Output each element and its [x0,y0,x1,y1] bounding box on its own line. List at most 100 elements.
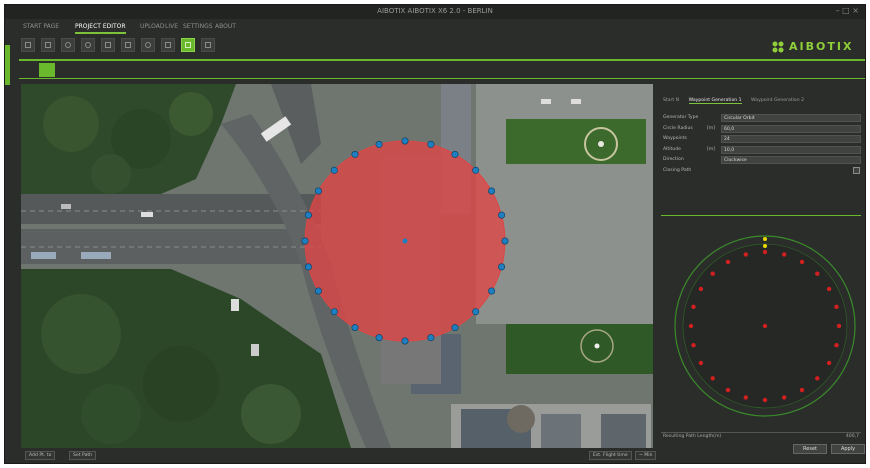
waypoint-marker[interactable] [498,263,506,271]
orbit-area[interactable] [301,137,509,345]
waypoint-marker[interactable] [451,150,459,158]
preview-waypoint [799,259,805,265]
timeline-handle[interactable] [39,63,55,77]
target-icon [145,42,151,48]
generator-panel: Start N Waypoint Generation 1 Waypoint G… [657,84,865,458]
tab-about[interactable]: ABOUT [215,21,236,32]
preview-waypoint [691,343,696,348]
image-button[interactable] [201,38,215,52]
waypoint-marker[interactable] [501,237,509,245]
waypoint-marker[interactable] [472,166,480,174]
field-label: Generator Type [663,115,699,120]
circle-radius-input[interactable]: 60,0 [721,124,861,133]
home-marker [763,237,767,241]
marker-button[interactable] [161,38,175,52]
tab-settings[interactable]: SETTINGS [183,21,213,32]
preview-waypoint [799,387,805,393]
save-icon [25,42,31,48]
generator-form: Generator Type Circular Orbit Circle Rad… [663,114,863,177]
main-tabs: START PAGE PROJECT EDITOR UPLOAD LIVE SE… [5,19,865,34]
altitude-input[interactable]: 10,0 [721,145,861,154]
preview-waypoint [834,304,839,309]
gear-icon [85,42,91,48]
waypoint-marker[interactable] [304,263,312,271]
waypoint-marker[interactable] [314,287,322,295]
preview-waypoint [698,286,704,292]
preview-waypoint [691,304,696,309]
settings-alt-button[interactable] [81,38,95,52]
save-button[interactable] [21,38,35,52]
preview-waypoint [826,286,832,292]
edit-icon [105,42,111,48]
title-bar: AIBOTIX AIBOTIX X6 2.0 - BERLIN – □ × [5,5,865,19]
waypoint-marker[interactable] [314,187,322,195]
left-accent-bar [5,45,10,85]
preview-waypoint [710,376,715,381]
field-altitude: Altitude [m] 10,0 [663,145,863,155]
panel-tab-start[interactable]: Start N [663,98,679,103]
preview-waypoint [782,395,787,400]
open-button[interactable] [41,38,55,52]
gear-icon [65,42,71,48]
waypoint-marker[interactable] [401,337,409,345]
waypoint-marker[interactable] [330,166,338,174]
waypoint-marker[interactable] [375,334,383,342]
copy-button[interactable] [121,38,135,52]
waypoint-marker[interactable] [351,324,359,332]
waypoint-marker[interactable] [427,140,435,148]
preview-waypoint [836,323,842,329]
waypoint-marker[interactable] [451,324,459,332]
window-title: AIBOTIX AIBOTIX X6 2.0 - BERLIN [377,7,493,15]
tab-start-page[interactable]: START PAGE [23,21,59,32]
settings-button[interactable] [61,38,75,52]
status-bar: Add Pt. to Set Path Est. Flight time ~ M… [21,451,865,461]
map-view[interactable] [21,84,653,448]
waypoint-marker[interactable] [375,140,383,148]
preview-waypoint [826,360,832,366]
aibotix-logo: AIBOTIX [771,38,851,56]
target-button[interactable] [141,38,155,52]
waypoint-marker[interactable] [488,187,496,195]
waypoint-marker[interactable] [351,150,359,158]
closing-path-checkbox[interactable] [853,166,860,174]
waypoint-grid-button[interactable] [181,38,195,52]
image-icon [205,42,211,48]
waypoint-marker[interactable] [330,308,338,316]
app-window: AIBOTIX AIBOTIX X6 2.0 - BERLIN – □ × ST… [4,4,866,464]
orbit-center[interactable] [402,238,408,244]
panel-tab-waypoint-generation-1[interactable]: Waypoint Generation 1 [688,98,742,104]
tab-upload[interactable]: UPLOAD [140,21,164,32]
waypoint-marker[interactable] [304,211,312,219]
timeline-bar[interactable] [19,59,865,79]
waypoint-marker[interactable] [401,137,409,145]
waypoint-marker[interactable] [427,334,435,342]
tab-project-editor[interactable]: PROJECT EDITOR [75,21,126,34]
waypoint-marker[interactable] [472,308,480,316]
waypoint-marker[interactable] [488,287,496,295]
waypoint-marker[interactable] [301,237,309,245]
generator-type-select[interactable]: Circular Orbit [721,114,861,122]
waypoints-input[interactable]: 24 [721,135,861,143]
grid-icon [185,42,191,48]
field-generator-type: Generator Type Circular Orbit [663,114,863,123]
direction-select[interactable]: Clockwise [721,156,861,164]
start-marker [763,244,767,248]
open-icon [45,42,51,48]
window-controls[interactable]: – □ × [836,6,859,15]
waypoint-marker[interactable] [498,211,506,219]
path-length-value: 400,7 [845,434,859,439]
preview-center [762,323,768,329]
add-point-button[interactable]: Add Pt. to [25,451,56,460]
preview-waypoint [698,360,704,366]
flight-time-value: ~ Min [635,451,657,460]
field-waypoints: Waypoints 24 [663,135,863,144]
waypoint-preview [674,235,856,417]
tab-live[interactable]: LIVE [165,21,178,32]
preview-waypoint [725,259,731,265]
field-label: Altitude [663,146,681,152]
panel-tab-waypoint-generation-2[interactable]: Waypoint Generation 2 [751,98,804,103]
edit-button[interactable] [101,38,115,52]
preview-waypoint [834,343,839,348]
set-path-button[interactable]: Set Path [69,451,97,460]
aerial-map[interactable] [21,84,653,448]
